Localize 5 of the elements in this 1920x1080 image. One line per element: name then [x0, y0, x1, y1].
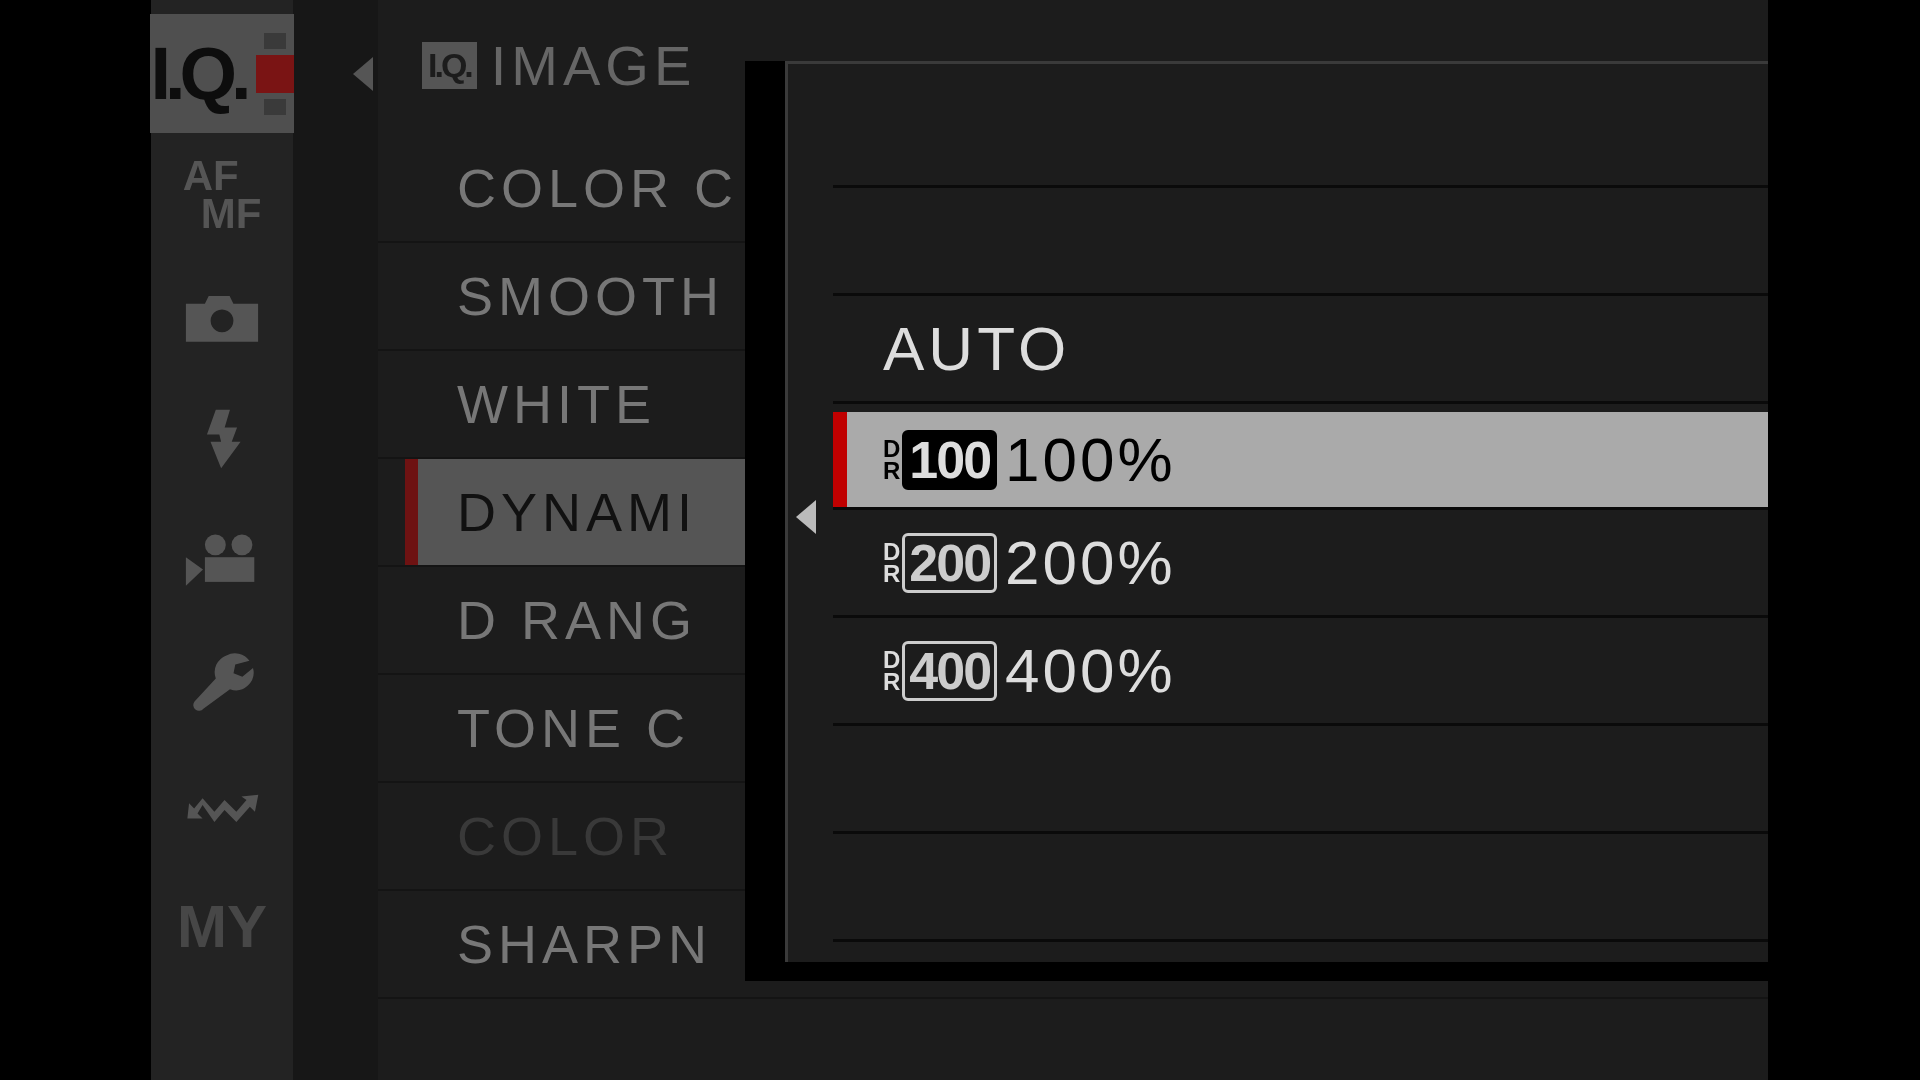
left-arrow-icon — [353, 57, 373, 91]
section-icon: I.Q. — [422, 42, 477, 89]
menu-title: IMAGE — [490, 33, 697, 98]
option-item[interactable]: AUTO — [833, 296, 1768, 404]
left-arrow-icon — [796, 500, 816, 534]
